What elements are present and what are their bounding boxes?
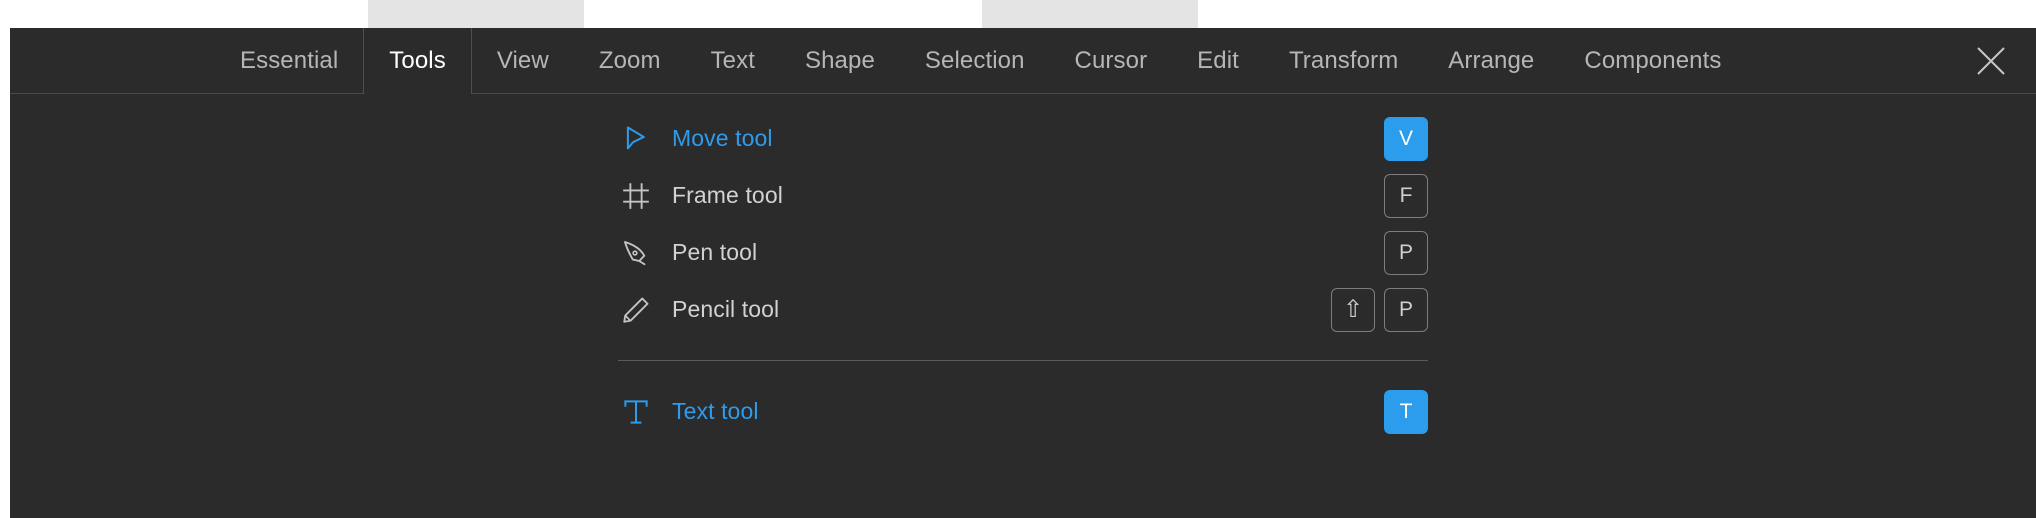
- cursor-arrow-icon: [618, 121, 654, 157]
- pen-nib-icon: [618, 235, 654, 271]
- tool-label: Move tool: [672, 125, 773, 151]
- shortcut-keys: T: [1384, 389, 1428, 434]
- tab-label: Selection: [924, 47, 1025, 74]
- tool-label: Text tool: [672, 398, 759, 424]
- shortcut-key: V: [1384, 116, 1428, 161]
- close-icon: [1974, 44, 2008, 78]
- tool-row-frame[interactable]: Frame tool F: [618, 167, 1428, 224]
- tool-list: Move tool V Frame tool F Pen tool P Penc…: [618, 110, 1428, 440]
- tab-list: Essential Tools View Zoom Text Shape Sel…: [10, 28, 1746, 95]
- shortcut-keys: V: [1384, 116, 1428, 161]
- shortcut-keys: ⇧ P: [1331, 287, 1428, 332]
- tool-row-text[interactable]: Text tool T: [618, 383, 1428, 440]
- panel-body: Move tool V Frame tool F Pen tool P Penc…: [10, 94, 2036, 518]
- tab-label: View: [496, 47, 549, 74]
- tab-label: Components: [1584, 47, 1722, 74]
- tab-arrange[interactable]: Arrange: [1423, 28, 1559, 94]
- tab-components[interactable]: Components: [1559, 28, 1746, 94]
- tab-zoom[interactable]: Zoom: [574, 28, 686, 94]
- tool-label: Pencil tool: [672, 296, 780, 322]
- shortcut-key-shift: ⇧: [1331, 287, 1375, 332]
- tab-label: Text: [710, 47, 755, 74]
- shortcut-key: P: [1384, 230, 1428, 275]
- shift-glyph: ⇧: [1342, 295, 1364, 323]
- tab-label: Zoom: [598, 47, 661, 74]
- tab-tools[interactable]: Tools: [363, 28, 472, 95]
- text-icon: [618, 394, 654, 430]
- close-button[interactable]: [1968, 38, 2014, 84]
- screen: Essential Tools View Zoom Text Shape Sel…: [0, 0, 2036, 518]
- tool-label: Frame tool: [672, 182, 783, 208]
- tab-label: Arrange: [1448, 47, 1535, 74]
- tab-selection[interactable]: Selection: [900, 28, 1050, 94]
- pencil-icon: [618, 292, 654, 328]
- shortcut-key: F: [1384, 173, 1428, 218]
- frame-icon: [618, 178, 654, 214]
- tab-cursor[interactable]: Cursor: [1050, 28, 1173, 94]
- tab-essential[interactable]: Essential: [10, 28, 363, 94]
- background-block: [982, 0, 1198, 28]
- tab-label: Essential: [240, 47, 339, 74]
- shortcut-keys: F: [1384, 173, 1428, 218]
- tab-label: Tools: [389, 47, 446, 74]
- tab-shape[interactable]: Shape: [780, 28, 900, 94]
- tab-label: Shape: [805, 47, 875, 74]
- background-block: [368, 0, 584, 28]
- tool-row-pen[interactable]: Pen tool P: [618, 224, 1428, 281]
- tool-row-pencil[interactable]: Pencil tool ⇧ P: [618, 281, 1428, 338]
- tab-bar: Essential Tools View Zoom Text Shape Sel…: [10, 28, 2036, 95]
- shortcut-key: T: [1384, 389, 1428, 434]
- tool-row-move[interactable]: Move tool V: [618, 110, 1428, 167]
- section-divider: [618, 360, 1428, 361]
- shortcut-keys: P: [1384, 230, 1428, 275]
- shortcuts-panel: Essential Tools View Zoom Text Shape Sel…: [10, 28, 2036, 518]
- tab-text[interactable]: Text: [686, 28, 780, 94]
- tab-edit[interactable]: Edit: [1172, 28, 1264, 94]
- tab-view[interactable]: View: [472, 28, 574, 94]
- tab-transform[interactable]: Transform: [1264, 28, 1423, 94]
- tab-label: Edit: [1197, 47, 1239, 74]
- tab-label: Cursor: [1074, 47, 1148, 74]
- tab-label: Transform: [1288, 47, 1399, 74]
- tool-label: Pen tool: [672, 239, 758, 265]
- shortcut-key: P: [1384, 287, 1428, 332]
